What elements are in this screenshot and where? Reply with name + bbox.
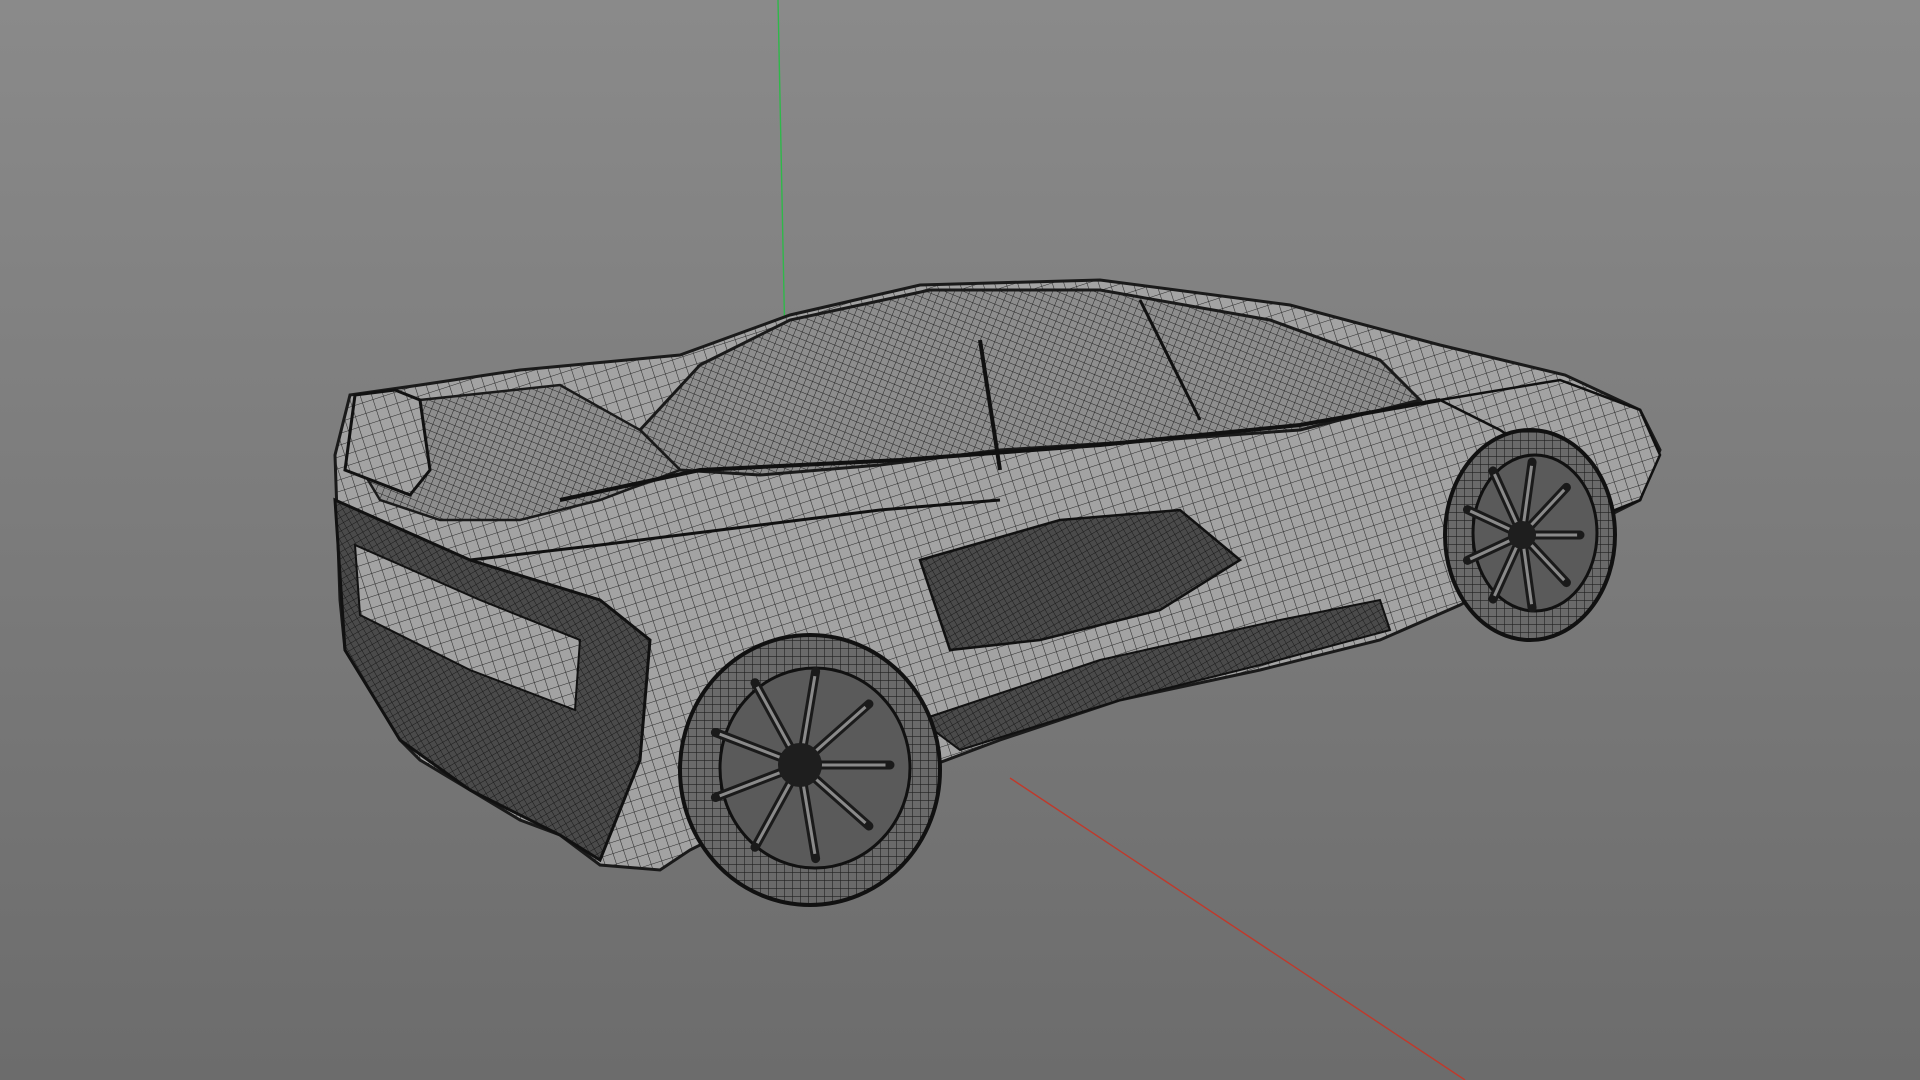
3d-viewport[interactable]	[0, 0, 1920, 1080]
rear-hub	[778, 743, 822, 787]
front-wheel[interactable]	[1443, 428, 1617, 642]
y-axis-line	[777, 0, 786, 346]
viewport-scene[interactable]	[0, 0, 1920, 1080]
x-axis-line	[1009, 777, 1466, 1080]
front-hub	[1508, 521, 1536, 549]
rear-wheel[interactable]	[678, 633, 942, 907]
